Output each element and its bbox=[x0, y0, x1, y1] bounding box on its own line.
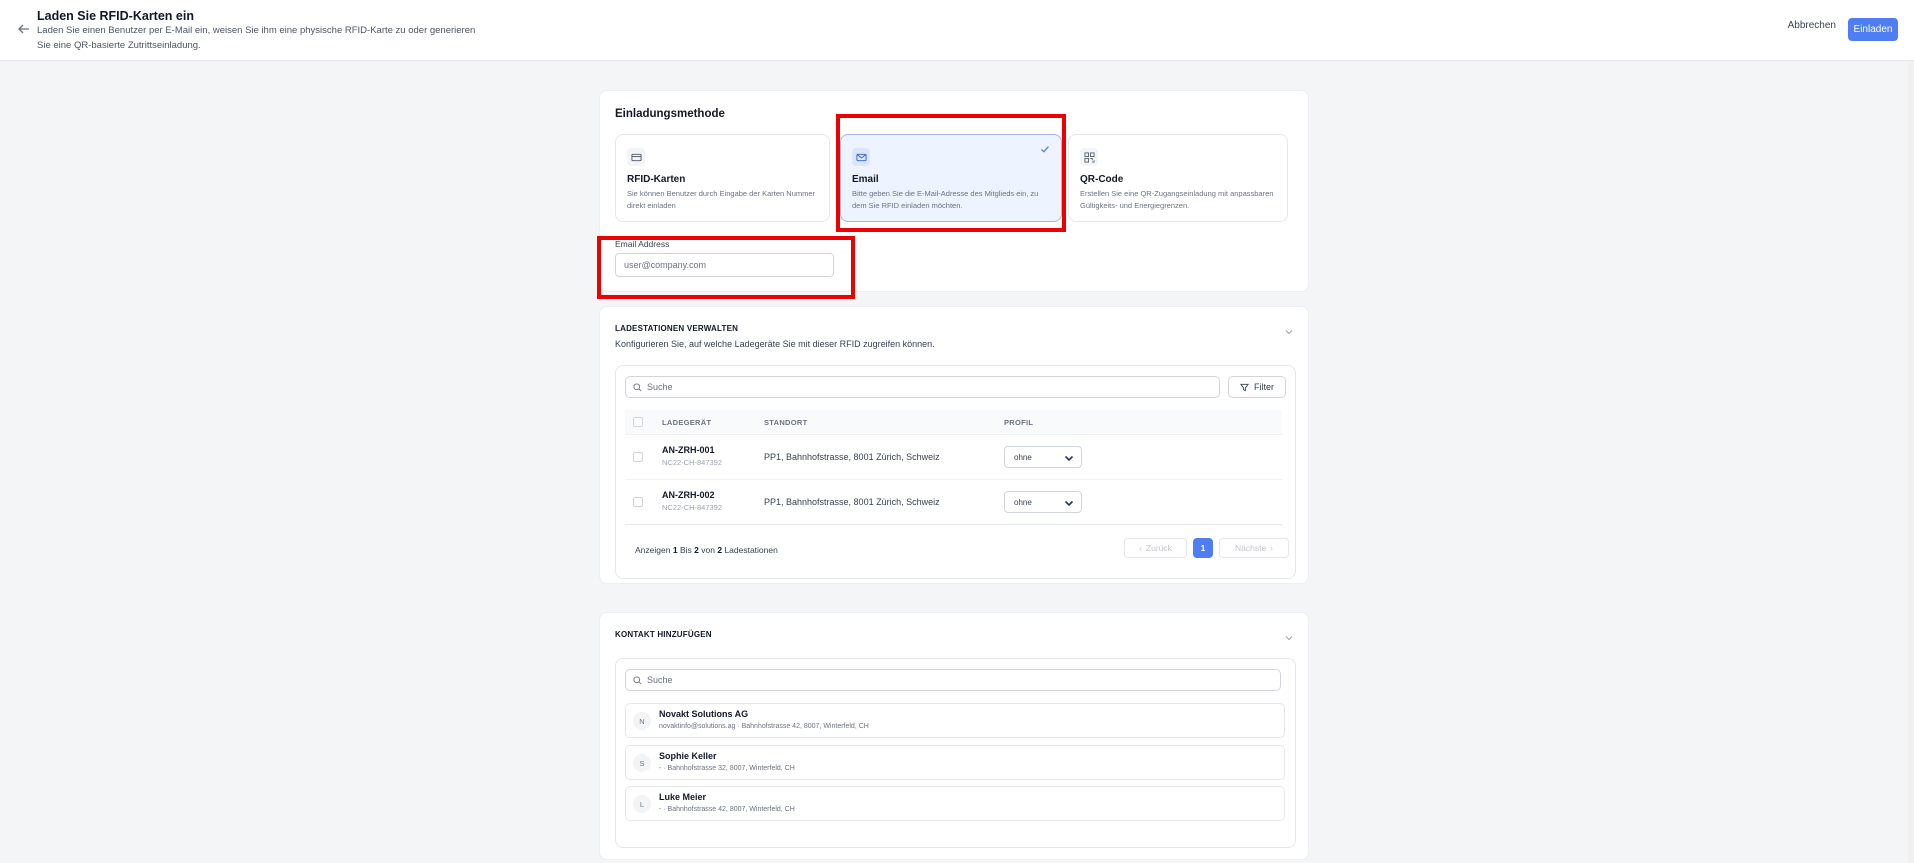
search-icon bbox=[633, 676, 642, 685]
check-icon bbox=[1041, 146, 1049, 153]
profile-value: ohne bbox=[1014, 453, 1032, 462]
contact-item[interactable]: L Luke Meier - · Bahnhofstrasse 42, 8007… bbox=[625, 786, 1285, 821]
contact-name: Novakt Solutions AG bbox=[659, 709, 749, 719]
summary-text: Bis bbox=[679, 545, 692, 555]
contact-name: Luke Meier bbox=[659, 792, 707, 802]
stations-subheading: Konfigurieren Sie, auf welche Ladegeräte… bbox=[615, 339, 935, 349]
contact-item[interactable]: N Novakt Solutions AG novaktinfo@solutio… bbox=[625, 703, 1285, 738]
email-label: Email Address bbox=[615, 239, 670, 249]
chevron-right-icon: › bbox=[1270, 543, 1274, 553]
chevron-down-icon bbox=[1064, 500, 1074, 507]
filter-icon bbox=[1240, 383, 1249, 391]
chevron-left-icon: ‹ bbox=[1139, 543, 1142, 553]
chevron-down-icon[interactable] bbox=[1284, 633, 1294, 643]
charger-id: NC22-CH-847392 bbox=[662, 503, 723, 512]
invite-button[interactable]: Einladen bbox=[1848, 18, 1898, 41]
stations-table-panel: Filter LADEGERÄT STANDORT PROFIL AN-ZRH-… bbox=[615, 365, 1296, 579]
method-option-email[interactable]: Email Bitte geben Sie die E-Mail-Adresse… bbox=[840, 134, 1062, 222]
summary-text: Anzeigen bbox=[635, 545, 671, 555]
column-header: PROFIL bbox=[1004, 418, 1034, 427]
profile-select[interactable]: ohne bbox=[1004, 491, 1082, 513]
method-title: Email bbox=[852, 174, 879, 185]
qr-code-icon bbox=[1080, 148, 1098, 166]
method-title: RFID-Karten bbox=[627, 174, 686, 185]
table-header: LADEGERÄT STANDORT PROFIL bbox=[625, 410, 1282, 434]
page-title: Laden Sie RFID-Karten ein bbox=[37, 9, 194, 23]
scrollbar[interactable] bbox=[1908, 61, 1914, 863]
charger-name: AN-ZRH-001 bbox=[662, 445, 715, 455]
row-checkbox[interactable] bbox=[633, 497, 643, 507]
chevron-down-icon[interactable] bbox=[1284, 327, 1294, 337]
page-1-button[interactable]: 1 bbox=[1193, 538, 1213, 558]
stations-search[interactable] bbox=[625, 376, 1220, 398]
contact-name: Sophie Keller bbox=[659, 751, 717, 761]
invite-method-card: Einladungsmethode RFID-Karten Sie können… bbox=[599, 90, 1309, 292]
stations-card: LADESTATIONEN VERWALTEN Konfigurieren Si… bbox=[599, 306, 1309, 584]
row-checkbox[interactable] bbox=[633, 452, 643, 462]
profile-value: ohne bbox=[1014, 498, 1032, 507]
method-option-rfid[interactable]: RFID-Karten Sie können Benutzer durch Ei… bbox=[615, 134, 830, 222]
column-header: LADEGERÄT bbox=[662, 418, 712, 427]
method-title: QR-Code bbox=[1080, 174, 1124, 185]
method-description: Erstellen Sie eine QR-Zugangseinladung m… bbox=[1080, 189, 1274, 210]
filter-label: Filter bbox=[1254, 382, 1274, 392]
search-input[interactable] bbox=[647, 379, 1207, 395]
contact-details: - · Bahnhofstrasse 42, 8007, Winterfeld,… bbox=[659, 806, 795, 813]
search-icon bbox=[633, 383, 642, 392]
summary-text: von bbox=[701, 545, 715, 555]
charger-name: AN-ZRH-002 bbox=[662, 490, 715, 500]
charger-location: PP1, Bahnhofstrasse, 8001 Zürich, Schwei… bbox=[764, 452, 940, 462]
mail-icon bbox=[852, 148, 870, 166]
prev-label: Zurück bbox=[1145, 543, 1172, 553]
profile-select[interactable]: ohne bbox=[1004, 446, 1082, 468]
charger-location: PP1, Bahnhofstrasse, 8001 Zürich, Schwei… bbox=[764, 497, 940, 507]
top-bar: Laden Sie RFID-Karten ein Laden Sie eine… bbox=[0, 0, 1914, 61]
chevron-down-icon bbox=[1064, 455, 1074, 462]
credit-card-icon bbox=[627, 148, 645, 166]
avatar: L bbox=[633, 795, 651, 813]
page-subtitle: Laden Sie einen Benutzer per E-Mail ein,… bbox=[37, 25, 476, 51]
contact-details: - · Bahnhofstrasse 32, 8007, Winterfeld,… bbox=[659, 765, 795, 772]
filter-button[interactable]: Filter bbox=[1228, 376, 1286, 398]
charger-id: NC22-CH-847392 bbox=[662, 458, 723, 467]
contacts-search[interactable] bbox=[625, 669, 1281, 691]
contacts-card: KONTAKT HINZUFÜGEN N Novakt Solutions AG… bbox=[599, 612, 1309, 860]
back-arrow-icon[interactable] bbox=[16, 21, 32, 37]
avatar: N bbox=[633, 712, 651, 730]
contact-details: novaktinfo@solutions.ag · Bahnhofstrasse… bbox=[659, 723, 869, 730]
table-row: AN-ZRH-001 NC22-CH-847392 PP1, Bahnhofst… bbox=[625, 434, 1282, 479]
summary-total: 2 bbox=[717, 545, 723, 555]
summary-to: 2 bbox=[694, 545, 699, 555]
method-description: Sie können Benutzer durch Eingabe der Ka… bbox=[627, 189, 816, 210]
email-field[interactable] bbox=[615, 253, 834, 277]
summary-from: 1 bbox=[672, 545, 678, 555]
contacts-heading: KONTAKT HINZUFÜGEN bbox=[615, 630, 712, 639]
avatar: S bbox=[633, 754, 651, 772]
table-row: AN-ZRH-002 NC22-CH-847392 PP1, Bahnhofst… bbox=[625, 479, 1282, 524]
summary-text: Ladestationen bbox=[724, 545, 778, 555]
cancel-button[interactable]: Abbrechen bbox=[1788, 20, 1836, 31]
method-description: Bitte geben Sie die E-Mail-Adresse des M… bbox=[852, 189, 1039, 210]
next-label: Nächste bbox=[1234, 543, 1267, 553]
method-option-qr[interactable]: QR-Code Erstellen Sie eine QR-Zugangsein… bbox=[1068, 134, 1288, 222]
pagination-summary: Anzeigen 1 Bis 2 von 2 Ladestationen bbox=[635, 545, 778, 555]
previous-page-button[interactable]: ‹ Zurück bbox=[1124, 538, 1187, 558]
table-divider bbox=[625, 524, 1282, 525]
invite-method-title: Einladungsmethode bbox=[615, 108, 725, 120]
column-header: STANDORT bbox=[764, 418, 808, 427]
contacts-panel: N Novakt Solutions AG novaktinfo@solutio… bbox=[615, 658, 1296, 848]
stations-heading: LADESTATIONEN VERWALTEN bbox=[615, 324, 739, 333]
contact-item[interactable]: S Sophie Keller - · Bahnhofstrasse 32, 8… bbox=[625, 745, 1285, 780]
select-all-checkbox[interactable] bbox=[633, 417, 643, 427]
search-input[interactable] bbox=[647, 672, 1267, 688]
next-page-button[interactable]: Nächste › bbox=[1219, 538, 1289, 558]
